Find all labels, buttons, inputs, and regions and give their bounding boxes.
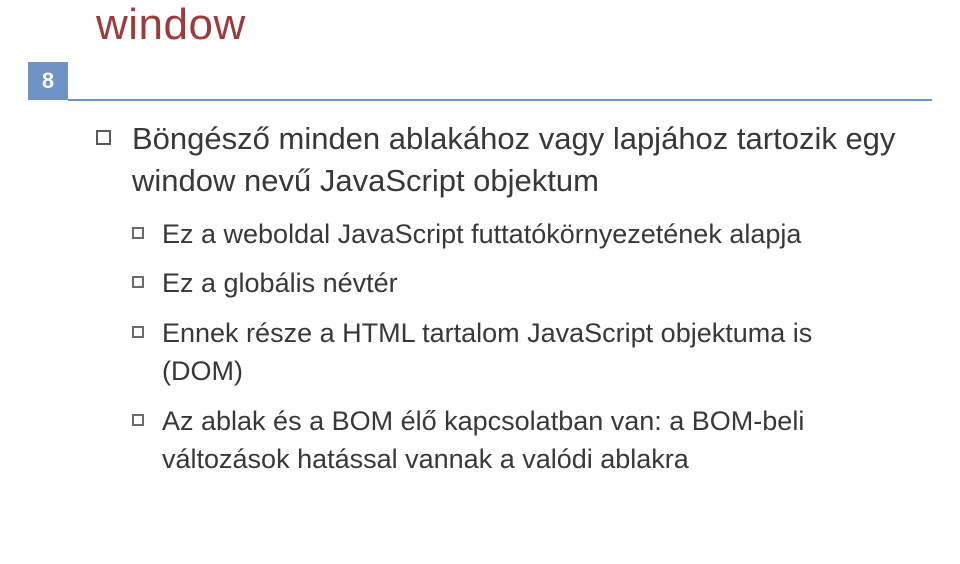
bullet-text: Böngésző minden ablakához vagy lapjához … bbox=[132, 121, 895, 198]
sub-bullet-text: Ez a weboldal JavaScript futtatókörnyeze… bbox=[162, 219, 801, 249]
bullet-item: Böngésző minden ablakához vagy lapjához … bbox=[96, 118, 900, 478]
horizontal-rule bbox=[68, 99, 932, 101]
sub-bullet-item: Ez a weboldal JavaScript futtatókörnyeze… bbox=[132, 216, 900, 254]
sub-bullet-text: Ez a globális névtér bbox=[162, 268, 398, 298]
sub-bullet-text: Az ablak és a BOM élő kapcsolatban van: … bbox=[162, 406, 804, 474]
slide-title: window bbox=[96, 0, 246, 50]
content-area: Böngésző minden ablakához vagy lapjához … bbox=[96, 118, 900, 498]
page-number-badge: 8 bbox=[28, 62, 68, 100]
slide: window 8 Böngésző minden ablakához vagy … bbox=[0, 0, 960, 564]
sub-bullet-text: Ennek része a HTML tartalom JavaScript o… bbox=[162, 318, 812, 386]
sub-bullet-item: Ez a globális névtér bbox=[132, 265, 900, 303]
sub-bullet-item: Az ablak és a BOM élő kapcsolatban van: … bbox=[132, 403, 900, 479]
sub-bullet-item: Ennek része a HTML tartalom JavaScript o… bbox=[132, 315, 900, 391]
